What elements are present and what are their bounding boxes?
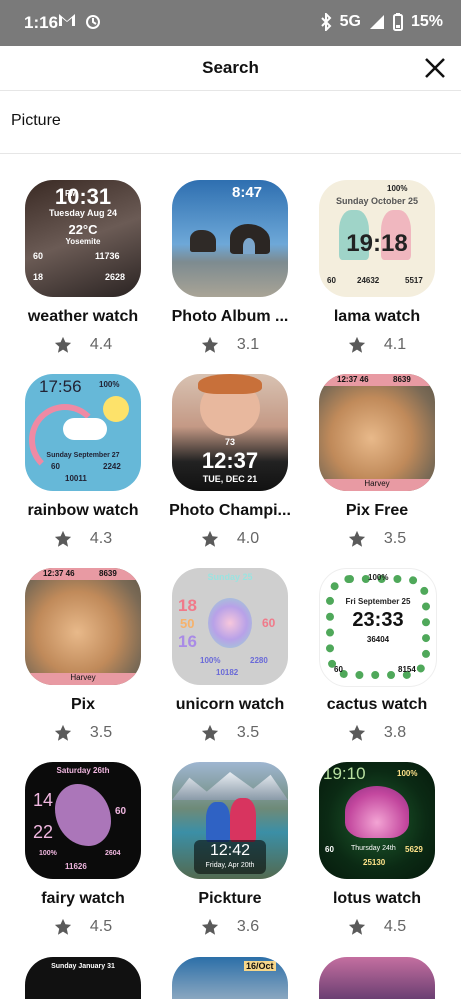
search-query: Picture xyxy=(11,112,61,129)
watch-tile[interactable]: 16/Oct xyxy=(172,957,288,999)
watch-name: unicorn watch xyxy=(175,696,285,713)
next-row-peek: Sunday January 31 16/Oct xyxy=(0,957,461,999)
watch-tile[interactable]: Saturday 26th 14 22 60 100% 2604 11626 f… xyxy=(8,737,158,935)
watch-rating: 4.5 xyxy=(8,918,158,936)
watch-rating: 3.6 xyxy=(155,918,305,936)
person-shape xyxy=(206,802,230,842)
watch-tile[interactable]: 100% Fri September 25 23:33 36404 60 815… xyxy=(302,543,452,741)
watch-name: Photo Album ... xyxy=(171,308,289,325)
watch-face-image: 100% Fri September 25 23:33 36404 60 815… xyxy=(319,568,437,687)
watch-face-image: 12:37 46 8639 Harvey xyxy=(319,374,435,491)
rating-value: 3.6 xyxy=(236,918,260,935)
cloud-shape xyxy=(63,418,107,440)
watch-tile[interactable]: 12:42 Friday, Apr 20th Pickture 3.6 xyxy=(155,737,305,935)
search-header: Search xyxy=(0,46,461,91)
hair-shape xyxy=(198,374,262,394)
watch-name: weather watch xyxy=(27,308,139,325)
watch-name: Pickture xyxy=(198,890,262,907)
bluetooth-icon xyxy=(320,13,332,31)
page-title: Search xyxy=(202,58,259,77)
watch-name: rainbow watch xyxy=(27,502,139,519)
watch-name: Photo Champi... xyxy=(169,502,291,519)
watch-name: Pix xyxy=(70,696,95,713)
rating-value: 4.5 xyxy=(89,918,113,935)
watch-tile[interactable]: 17:56 100% Sunday September 27 60 2242 1… xyxy=(8,349,158,547)
watch-name: fairy watch xyxy=(41,890,125,907)
rock-shape xyxy=(190,230,216,252)
watch-face-image: 8:47 xyxy=(172,180,288,297)
watch-face-image: 10:31 PM Tuesday Aug 24 22°C Yosemite 60… xyxy=(25,180,141,297)
search-input[interactable]: Picture xyxy=(0,90,461,154)
watch-face-image: Saturday 26th 14 22 60 100% 2604 11626 xyxy=(25,762,141,879)
status-time: 1:16 xyxy=(24,13,59,32)
watch-tile[interactable]: 8:47 Photo Album ... 3.1 xyxy=(155,155,305,353)
watch-tile[interactable]: Sunday January 31 xyxy=(25,957,141,999)
fairy-shape xyxy=(55,784,111,846)
watch-tile[interactable] xyxy=(319,957,435,999)
unicorn-shape xyxy=(208,598,252,648)
watch-tile[interactable]: 19:10 100% 60 Thursday 24th 5629 25130 l… xyxy=(302,737,452,935)
watch-name: lama watch xyxy=(333,308,421,325)
lotus-shape xyxy=(345,786,409,838)
star-icon xyxy=(54,918,71,935)
watch-tile[interactable]: 12:37 46 8639 Harvey Pix Free 3.5 xyxy=(302,349,452,547)
watch-face-image: 100% Sunday October 25 19:18 60 24632 55… xyxy=(319,180,435,297)
close-icon[interactable] xyxy=(421,54,449,82)
alarm-icon xyxy=(86,15,100,29)
rating-value: 4.5 xyxy=(383,918,407,935)
watch-tile[interactable]: 73 12:37 TUE, DEC 21 Photo Champi... 4.0 xyxy=(155,349,305,547)
watch-tile[interactable]: 10:31 PM Tuesday Aug 24 22°C Yosemite 60… xyxy=(8,155,158,353)
watch-face-image: 19:10 100% 60 Thursday 24th 5629 25130 xyxy=(319,762,435,879)
status-bar: 1:16 5G 15% xyxy=(0,0,461,46)
watch-name: cactus watch xyxy=(326,696,428,713)
battery-icon xyxy=(392,13,403,31)
network-type: 5G xyxy=(339,13,361,30)
watch-name: lotus watch xyxy=(332,890,421,907)
gmail-icon xyxy=(59,14,75,26)
mountain-shape xyxy=(172,772,288,800)
star-icon xyxy=(348,918,365,935)
watch-tile[interactable]: Sunday 25 18 50 16 60 100% 2280 10182 un… xyxy=(155,543,305,741)
watch-tile[interactable]: 100% Sunday October 25 19:18 60 24632 55… xyxy=(302,155,452,353)
watch-face-image: Sunday 25 18 50 16 60 100% 2280 10182 xyxy=(172,568,288,685)
person-shape xyxy=(230,798,256,842)
star-icon xyxy=(201,918,218,935)
watch-face-image: 17:56 100% Sunday September 27 60 2242 1… xyxy=(25,374,141,491)
signal-icon xyxy=(369,15,384,29)
watch-face-image: 73 12:37 TUE, DEC 21 xyxy=(172,374,288,491)
watch-rating: 4.5 xyxy=(302,918,452,936)
arch-gap-shape xyxy=(243,238,255,254)
rainbow-shape xyxy=(29,404,101,476)
battery-level: 15% xyxy=(410,13,443,30)
watch-name: Pix Free xyxy=(345,502,409,519)
watch-tile[interactable]: 12:37 46 8639 Harvey Pix 3.5 xyxy=(8,543,158,741)
watch-face-image: 12:42 Friday, Apr 20th xyxy=(172,762,288,879)
watch-face-image: 12:37 46 8639 Harvey xyxy=(25,568,141,685)
sun-shape xyxy=(103,396,129,422)
